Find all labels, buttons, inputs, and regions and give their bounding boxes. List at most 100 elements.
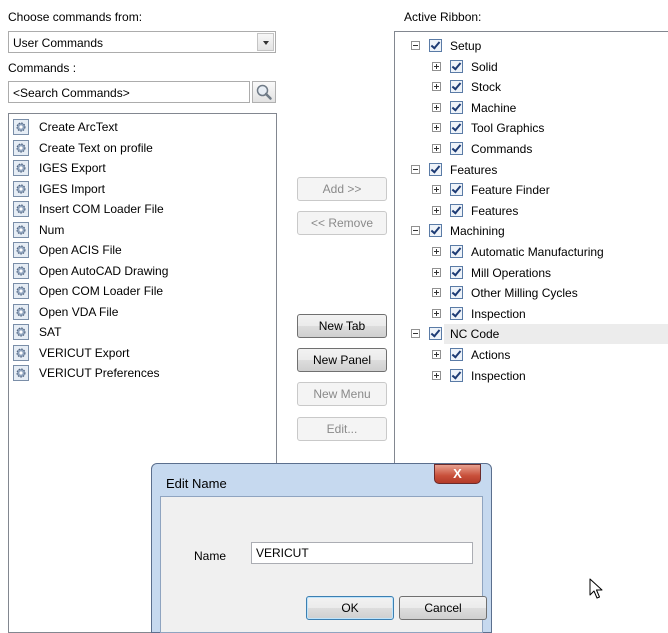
expand-icon[interactable]: [432, 144, 441, 153]
dialog-client-area: Name VERICUT OK Cancel: [160, 496, 487, 633]
node-label: Setup: [450, 39, 482, 53]
add-button[interactable]: Add >>: [297, 177, 387, 201]
expand-icon[interactable]: [432, 61, 441, 71]
new-panel-button[interactable]: New Panel: [297, 348, 387, 372]
collapse-icon[interactable]: [411, 226, 420, 236]
edit-name-dialog: Edit Name X Name VERICUT OK Cancel: [151, 463, 492, 633]
search-button[interactable]: [252, 81, 276, 103]
command-source-dropdown[interactable]: User Commands: [8, 31, 276, 53]
close-button[interactable]: X: [434, 464, 481, 484]
dialog-title: Edit Name: [166, 476, 227, 491]
name-input[interactable]: VERICUT: [251, 542, 473, 564]
gear-icon: [13, 180, 29, 197]
checkbox-checked-icon[interactable]: [429, 162, 442, 176]
checkbox-checked-icon[interactable]: [429, 39, 442, 52]
node-label: Actions: [471, 348, 511, 362]
checkbox-checked-icon[interactable]: [450, 80, 463, 94]
gear-icon: [13, 160, 29, 176]
active-ribbon-label: Active Ribbon:: [404, 10, 482, 24]
expand-icon[interactable]: [432, 308, 441, 318]
node-label: Automatic Manufacturing: [471, 245, 604, 259]
checkbox-checked-icon[interactable]: [450, 306, 463, 320]
collapse-icon[interactable]: [411, 164, 420, 174]
command-label: Open COM Loader File: [39, 284, 164, 298]
dropdown-arrow-icon[interactable]: [257, 33, 274, 51]
checkbox-checked-icon[interactable]: [450, 142, 463, 155]
checkbox-checked-icon[interactable]: [450, 348, 463, 361]
node-label: Machining: [450, 224, 505, 239]
node-label: Stock: [471, 80, 502, 95]
node-label: Commands: [471, 142, 533, 156]
node-label: Mill Operations: [471, 265, 552, 280]
collapse-icon[interactable]: [411, 41, 420, 50]
checkbox-checked-icon[interactable]: [450, 59, 463, 73]
command-label: Num: [39, 222, 65, 237]
expand-icon[interactable]: [432, 350, 441, 359]
checkbox-checked-icon[interactable]: [450, 203, 463, 217]
expand-icon[interactable]: [432, 205, 441, 215]
search-commands-placeholder: <Search Commands>: [13, 86, 130, 100]
command-label: SAT: [39, 325, 62, 339]
gear-icon: [13, 365, 29, 381]
node-label: Machine: [471, 100, 517, 115]
command-label: Create ArcText: [39, 120, 118, 134]
mouse-pointer-icon: [589, 578, 603, 599]
command-label: Insert COM Loader File: [39, 202, 164, 216]
expand-icon[interactable]: [432, 288, 441, 298]
checkbox-checked-icon[interactable]: [429, 224, 442, 238]
cancel-button[interactable]: Cancel: [399, 596, 487, 620]
collapse-icon[interactable]: [411, 329, 420, 339]
expand-icon[interactable]: [432, 123, 441, 133]
search-commands-input[interactable]: <Search Commands>: [8, 81, 250, 103]
expand-icon[interactable]: [432, 82, 441, 92]
command-label: Open ACIS File: [39, 243, 122, 257]
node-label: Inspection: [471, 368, 526, 383]
gear-icon: [13, 283, 29, 299]
checkbox-checked-icon[interactable]: [450, 368, 463, 382]
checkbox-checked-icon[interactable]: [450, 100, 463, 114]
gear-icon: [13, 262, 29, 279]
expand-icon[interactable]: [432, 247, 441, 256]
gear-icon: [13, 242, 29, 258]
node-label: Feature Finder: [471, 183, 550, 198]
expand-icon[interactable]: [432, 370, 441, 380]
gear-icon: [13, 303, 29, 320]
expand-icon[interactable]: [432, 102, 441, 112]
command-label: Open VDA File: [39, 304, 119, 319]
node-label: Solid: [471, 59, 498, 74]
magnifier-icon: [256, 84, 272, 100]
command-label: IGES Export: [39, 161, 106, 175]
command-label: VERICUT Export: [39, 345, 130, 360]
node-label: Inspection: [471, 306, 526, 321]
checkbox-checked-icon[interactable]: [450, 286, 463, 300]
command-label: IGES Import: [39, 181, 106, 196]
gear-icon: [13, 139, 29, 156]
ok-button[interactable]: OK: [306, 596, 394, 620]
command-label: Create Text on profile: [39, 140, 153, 155]
close-icon: X: [453, 466, 462, 481]
checkbox-checked-icon[interactable]: [450, 183, 463, 197]
expand-icon[interactable]: [432, 267, 441, 277]
remove-button[interactable]: << Remove: [297, 211, 387, 235]
node-label: Other Milling Cycles: [471, 286, 578, 301]
node-label: Features: [471, 203, 519, 218]
node-label: Features: [450, 162, 498, 177]
checkbox-checked-icon[interactable]: [450, 245, 463, 258]
node-label: Tool Graphics: [471, 121, 545, 136]
gear-icon: [13, 344, 29, 361]
checkbox-checked-icon[interactable]: [450, 121, 463, 135]
edit-button[interactable]: Edit...: [297, 417, 387, 441]
new-menu-button[interactable]: New Menu: [297, 382, 387, 406]
checkbox-checked-icon[interactable]: [450, 265, 463, 279]
checkbox-checked-icon[interactable]: [429, 327, 442, 341]
gear-icon: [13, 119, 29, 135]
new-tab-button[interactable]: New Tab: [297, 314, 387, 338]
command-source-value: User Commands: [13, 36, 104, 50]
name-input-value: VERICUT: [256, 546, 309, 560]
gear-icon: [13, 201, 29, 217]
expand-icon[interactable]: [432, 185, 441, 195]
commands-label: Commands :: [8, 61, 77, 75]
name-label: Name: [194, 549, 227, 563]
gear-icon: [13, 221, 29, 238]
node-label: NC Code: [450, 327, 500, 342]
